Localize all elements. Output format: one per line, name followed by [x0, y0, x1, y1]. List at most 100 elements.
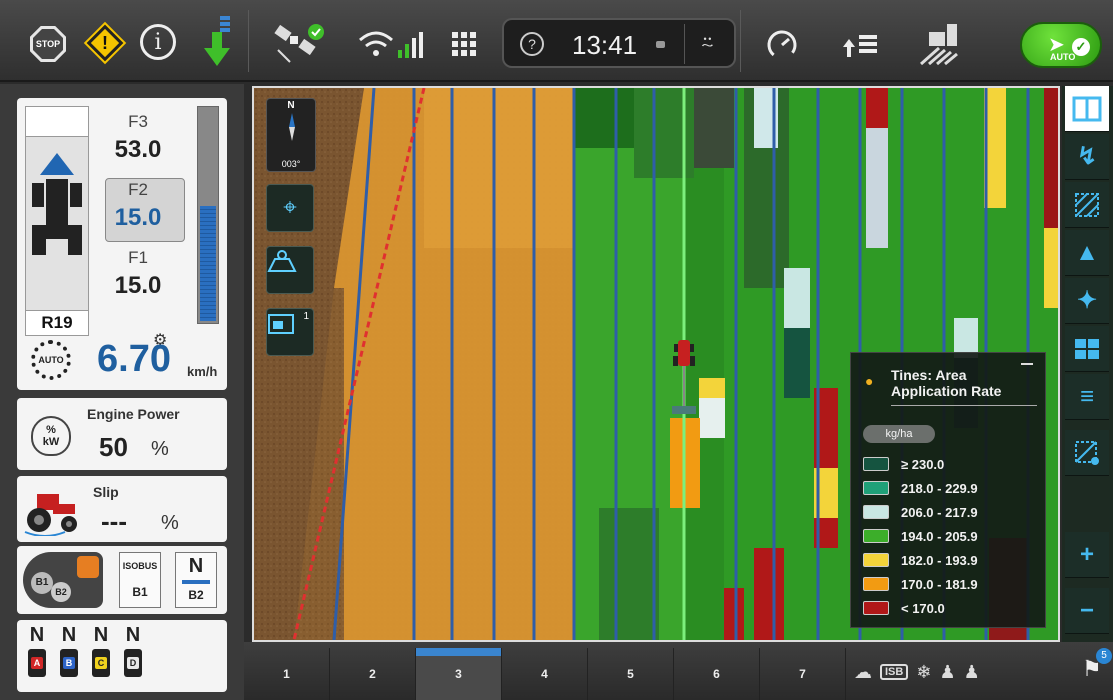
tab-1[interactable]: 1	[244, 648, 330, 700]
legend-entry: 170.0 - 181.9	[863, 575, 978, 593]
legend-label: 182.0 - 193.9	[901, 552, 978, 568]
tab-7[interactable]: 7	[760, 648, 846, 700]
legend-swatch	[863, 529, 889, 543]
compass-heading: 003°	[281, 159, 301, 169]
compass[interactable]: N 003°	[266, 98, 316, 172]
legend-unit: kg/ha	[863, 425, 935, 443]
tab-2[interactable]: 2	[330, 648, 416, 700]
zoom-out-icon[interactable]: −	[1065, 588, 1109, 634]
wifi-signal-icon[interactable]	[356, 26, 428, 62]
map-layer-icon[interactable]	[266, 246, 314, 294]
tab-5[interactable]: 5	[588, 648, 674, 700]
legend-label: < 170.0	[901, 600, 945, 616]
gear-f3-value: 53.0	[114, 136, 162, 163]
clock-panel: ? 13:41 ⍨	[502, 18, 736, 68]
hitch-card[interactable]: B1 B2 ISOBUS B1 N B2	[17, 546, 227, 614]
field-icon[interactable]	[916, 18, 972, 68]
isobus-status-icon[interactable]: ISB	[880, 664, 909, 680]
b2-state: N	[188, 555, 204, 577]
slider-fill	[200, 205, 216, 321]
tab-6[interactable]: 6	[674, 648, 760, 700]
notification-bell-icon[interactable]: ⚑ 5	[1082, 648, 1112, 682]
auto-gear-icon[interactable]: AUTO	[31, 340, 71, 380]
tab-4[interactable]: 4	[502, 648, 588, 700]
status-icons: ☁ ISB ❄ ♟ ♟	[854, 652, 980, 692]
isobus-box[interactable]: ISOBUS B1	[119, 552, 161, 608]
minimize-icon[interactable]	[1021, 363, 1033, 365]
transmission-card[interactable]: R19 F3 53.0 F2 15.0 F1 15.0 AUTO ⚙ 6.70 …	[17, 98, 227, 390]
engine-power-icon: % kW	[31, 416, 71, 456]
stop-label: STOP	[35, 39, 61, 49]
operator-icon[interactable]: ♟	[939, 662, 955, 683]
user-icon[interactable]: ⍨	[684, 24, 730, 64]
b2-box[interactable]: N B2	[175, 552, 217, 608]
split-view-icon[interactable]	[1065, 86, 1109, 132]
tab-3[interactable]: 3	[416, 648, 502, 700]
legend-swatch	[863, 601, 889, 615]
legend-label: 206.0 - 217.9	[901, 504, 978, 520]
valves-card[interactable]: N A N B N C N D	[17, 620, 227, 692]
valve-d-letter: D	[127, 657, 139, 669]
boundary-icon[interactable]	[1065, 182, 1109, 228]
layout-icon[interactable]	[1065, 326, 1109, 372]
valve-d[interactable]: N D	[121, 624, 145, 679]
slip-value: ---	[101, 506, 127, 536]
legend-label: 194.0 - 205.9	[901, 528, 978, 544]
compass-needle-icon	[289, 113, 295, 141]
legend-swatch	[863, 457, 889, 471]
gear-f1-label: F1	[128, 248, 148, 267]
guidance-line-icon[interactable]: ↯	[1065, 134, 1109, 180]
map-legend[interactable]: ● Tines: Area Application Rate kg/ha ≥ 2…	[850, 352, 1046, 628]
legend-title: Tines: Area Application Rate	[891, 367, 1001, 399]
download-icon[interactable]	[202, 14, 234, 70]
valve-c-letter: C	[95, 657, 107, 669]
layers-icon[interactable]: ≡	[1065, 374, 1109, 420]
satellite-icon[interactable]	[268, 22, 328, 66]
legend-entry: < 170.0	[863, 599, 945, 617]
gear-f2-value: 15.0	[114, 204, 162, 231]
auto-steer-button[interactable]: ➤ ✓ AUTO	[1020, 22, 1102, 68]
info-icon[interactable]: i	[140, 24, 176, 60]
legend-swatch	[863, 481, 889, 495]
tractor-icon	[46, 179, 68, 239]
center-icon[interactable]: ✦	[1065, 278, 1109, 324]
legend-entry: 194.0 - 205.9	[863, 527, 978, 545]
section-control-icon[interactable]: ❄	[916, 662, 931, 683]
tractor-direction-indicator	[25, 106, 89, 312]
stop-icon[interactable]: STOP	[30, 26, 66, 62]
legend-swatch	[863, 577, 889, 591]
valve-a[interactable]: N A	[25, 624, 49, 679]
notification-count: 5	[1096, 648, 1112, 664]
help-icon[interactable]: ?	[520, 32, 544, 56]
gear-f2-label: F2	[128, 180, 148, 199]
implement-display-icon[interactable]: 1	[266, 308, 314, 356]
zoom-in-icon[interactable]: +	[1065, 532, 1109, 578]
camera-icon	[656, 41, 665, 48]
warning-icon[interactable]: !	[86, 24, 124, 62]
grid-menu-icon[interactable]	[446, 26, 482, 62]
right-toolbar: ↯ ▲ ✦ ≡ + −	[1062, 86, 1113, 642]
legend-swatch	[863, 553, 889, 567]
lift-icon[interactable]	[836, 24, 886, 64]
hitch-badge-b2: B2	[51, 582, 71, 602]
cloud-status-icon[interactable]: ☁	[854, 662, 872, 683]
operator-alt-icon[interactable]: ♟	[964, 662, 980, 683]
legend-swatch	[863, 505, 889, 519]
valve-c[interactable]: N C	[89, 624, 113, 679]
field-edit-icon[interactable]	[1065, 430, 1109, 476]
cone-icon[interactable]: ▲	[1065, 230, 1109, 276]
speed-unit: km/h	[187, 364, 218, 379]
valve-c-state: N	[93, 624, 109, 646]
legend-label: ≥ 230.0	[901, 456, 945, 472]
slip-card[interactable]: Slip --- %	[17, 476, 227, 542]
target-icon[interactable]: ⌖	[266, 184, 314, 232]
valve-b[interactable]: N B	[57, 624, 81, 679]
valve-b-state: N	[61, 624, 77, 646]
engine-power-value: 50	[99, 432, 128, 462]
speed-value: 6.70	[97, 338, 171, 380]
range-slider[interactable]	[197, 106, 219, 324]
gauge-icon[interactable]	[762, 24, 802, 64]
engine-power-title: Engine Power	[87, 406, 180, 422]
engine-power-card[interactable]: % kW Engine Power 50 %	[17, 398, 227, 470]
left-panel: R19 F3 53.0 F2 15.0 F1 15.0 AUTO ⚙ 6.70 …	[0, 84, 244, 700]
